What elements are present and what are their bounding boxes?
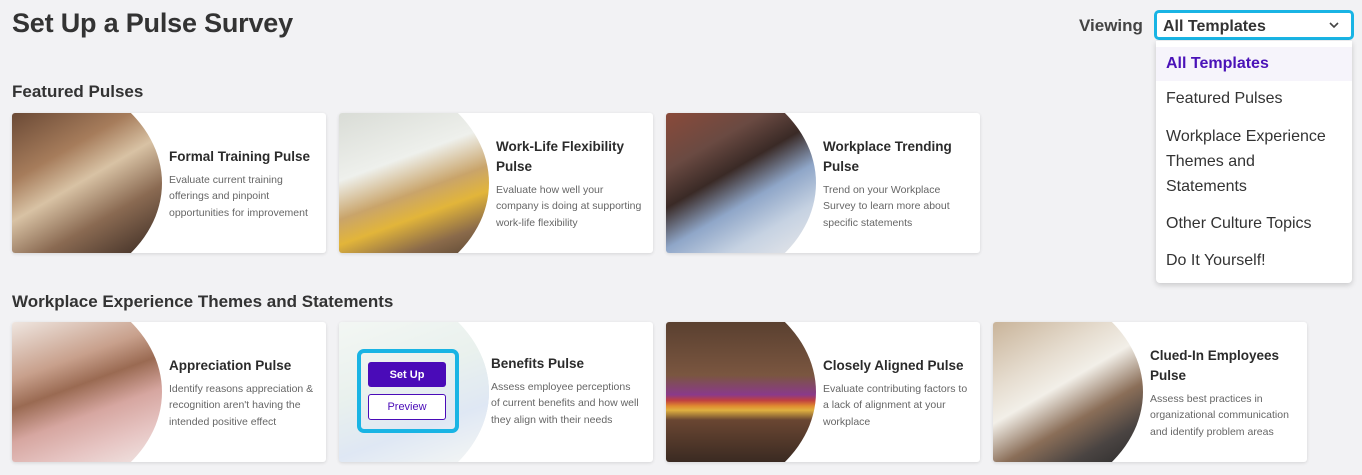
card-work-life-flexibility[interactable]: Work-Life Flexibility Pulse Evaluate how… — [339, 113, 653, 253]
card-body: Workplace Trending Pulse Trend on your W… — [823, 137, 971, 231]
dropdown-option-featured-pulses[interactable]: Featured Pulses — [1156, 86, 1352, 111]
preview-button[interactable]: Preview — [368, 394, 446, 420]
card-body: Closely Aligned Pulse Evaluate contribut… — [823, 356, 971, 430]
card-appreciation[interactable]: Appreciation Pulse Identify reasons appr… — [12, 322, 326, 462]
setup-button[interactable]: Set Up — [368, 362, 446, 387]
template-filter-select[interactable]: All Templates — [1154, 10, 1354, 40]
card-workplace-trending[interactable]: Workplace Trending Pulse Trend on your W… — [666, 113, 980, 253]
card-title: Clued-In Employees Pulse — [1150, 348, 1280, 383]
template-filter-value: All Templates — [1163, 18, 1266, 35]
dropdown-option-do-it-yourself[interactable]: Do It Yourself! — [1156, 248, 1352, 273]
card-body: Work-Life Flexibility Pulse Evaluate how… — [496, 137, 644, 231]
card-description: Assess best practices in organizational … — [1150, 393, 1289, 438]
card-clued-in-employees[interactable]: Clued-In Employees Pulse Assess best pra… — [993, 322, 1307, 462]
card-description: Assess employee perceptions of current b… — [491, 381, 639, 426]
card-title: Benefits Pulse — [491, 356, 585, 371]
card-formal-training[interactable]: Formal Training Pulse Evaluate current t… — [12, 113, 326, 253]
card-description: Evaluate how well your company is doing … — [496, 184, 642, 229]
viewing-label: Viewing — [1079, 16, 1143, 35]
template-filter-dropdown: All Templates Featured Pulses Workplace … — [1156, 41, 1352, 283]
card-description: Trend on your Workplace Survey to learn … — [823, 184, 950, 229]
card-closely-aligned[interactable]: Closely Aligned Pulse Evaluate contribut… — [666, 322, 980, 462]
card-benefits[interactable]: Set Up Preview Benefits Pulse Assess emp… — [339, 322, 653, 462]
card-description: Evaluate current training offerings and … — [169, 174, 308, 219]
card-description: Identify reasons appreciation & recognit… — [169, 383, 314, 428]
card-body: Formal Training Pulse Evaluate current t… — [169, 147, 317, 221]
card-image-colored-blocks — [666, 322, 816, 462]
dropdown-option-workplace-experience[interactable]: Workplace Experience Themes and Statemen… — [1156, 124, 1336, 199]
card-body: Appreciation Pulse Identify reasons appr… — [169, 356, 317, 430]
dropdown-option-other-culture-topics[interactable]: Other Culture Topics — [1156, 211, 1352, 236]
dropdown-option-all-templates[interactable]: All Templates — [1156, 47, 1352, 81]
card-image-laptop-worker — [666, 113, 816, 253]
card-body: Clued-In Employees Pulse Assess best pra… — [1150, 346, 1298, 440]
card-title: Closely Aligned Pulse — [823, 358, 964, 373]
card-title: Appreciation Pulse — [169, 358, 292, 373]
card-image-home-desk — [339, 113, 489, 253]
card-title: Work-Life Flexibility Pulse — [496, 139, 625, 174]
card-image-woman-smiling — [12, 322, 162, 462]
page-title: Set Up a Pulse Survey — [12, 8, 293, 38]
card-title: Workplace Trending Pulse — [823, 139, 952, 174]
card-image-office-meeting — [993, 322, 1143, 462]
section-title-workplace-experience: Workplace Experience Themes and Statemen… — [12, 292, 394, 311]
card-body: Benefits Pulse Assess employee perceptio… — [491, 354, 639, 428]
card-description: Evaluate contributing factors to a lack … — [823, 383, 968, 428]
card-image-classroom — [12, 113, 162, 253]
chevron-down-icon — [1329, 22, 1339, 29]
card-title: Formal Training Pulse — [169, 149, 311, 164]
section-title-featured: Featured Pulses — [12, 82, 144, 101]
